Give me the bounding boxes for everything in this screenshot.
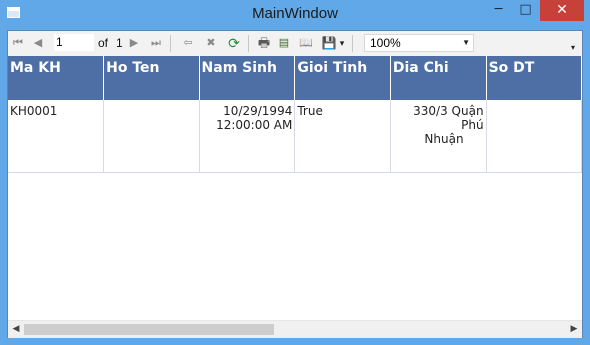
- scroll-right-icon[interactable]: ▶: [568, 323, 580, 335]
- horizontal-scrollbar[interactable]: ◀ ▶: [8, 320, 582, 338]
- of-label: of: [98, 36, 109, 50]
- zoom-value: 100%: [370, 36, 401, 50]
- back-icon[interactable]: ⇦: [180, 35, 196, 51]
- toolbar-separator: [170, 35, 171, 52]
- report-table: Ma KH Ho Ten Nam Sinh Gioi Tinh Dia Chi …: [8, 56, 582, 173]
- export-dropdown-icon[interactable]: ▾: [338, 35, 346, 51]
- cell-dia-chi-line2: Nhuận: [424, 132, 464, 146]
- report-content: Ma KH Ho Ten Nam Sinh Gioi Tinh Dia Chi …: [8, 56, 582, 320]
- toolbar-overflow-icon[interactable]: ▾: [571, 43, 580, 53]
- print-icon[interactable]: 🖶: [256, 35, 272, 51]
- column-header-ma-kh: Ma KH: [8, 56, 105, 100]
- stop-icon[interactable]: ✖: [203, 35, 219, 51]
- column-header-so-dt: So DT: [486, 56, 582, 100]
- last-page-icon[interactable]: ⏭: [148, 35, 164, 51]
- cell-gioi-tinh: True: [294, 100, 391, 173]
- page-number-input[interactable]: 1: [54, 34, 94, 51]
- cell-nam-sinh-time: 12:00:00 AM: [216, 118, 293, 132]
- maximize-button[interactable]: □: [512, 0, 539, 21]
- export-icon[interactable]: 💾: [321, 35, 337, 51]
- total-pages-label: 1: [116, 36, 123, 50]
- print-layout-icon[interactable]: ▤: [276, 35, 292, 51]
- column-header-gioi-tinh: Gioi Tinh: [294, 56, 391, 100]
- cell-nam-sinh: 10/29/1994 12:00:00 AM: [199, 100, 296, 173]
- main-window: MainWindow ─ □ ✕ ⏮ ◀ 1 of 1 ▶ ⏭ ⇦ ✖ ⟳ 🖶 …: [0, 0, 590, 345]
- column-header-dia-chi: Dia Chi: [390, 56, 487, 100]
- report-toolbar: ⏮ ◀ 1 of 1 ▶ ⏭ ⇦ ✖ ⟳ 🖶 ▤ 📖 💾 ▾ 100% ▼ ▾: [8, 31, 582, 57]
- next-page-icon[interactable]: ▶: [126, 35, 142, 51]
- table-row: KH0001 10/29/1994 12:00:00 AM True 330/3…: [8, 100, 582, 173]
- cell-dia-chi-line1: 330/3 Quận Phú: [413, 104, 484, 132]
- cell-ma-kh: KH0001: [8, 100, 105, 173]
- refresh-icon[interactable]: ⟳: [226, 35, 242, 51]
- report-viewer: ⏮ ◀ 1 of 1 ▶ ⏭ ⇦ ✖ ⟳ 🖶 ▤ 📖 💾 ▾ 100% ▼ ▾: [7, 30, 583, 338]
- previous-page-icon[interactable]: ◀: [30, 35, 46, 51]
- toolbar-separator: [352, 35, 353, 52]
- column-header-nam-sinh: Nam Sinh: [199, 56, 296, 100]
- close-button[interactable]: ✕: [540, 0, 584, 21]
- minimize-button[interactable]: ─: [485, 0, 512, 21]
- table-header-row: Ma KH Ho Ten Nam Sinh Gioi Tinh Dia Chi …: [8, 56, 582, 100]
- scroll-left-icon[interactable]: ◀: [10, 323, 22, 335]
- cell-ho-ten: [103, 100, 200, 173]
- cell-so-dt: [486, 100, 582, 173]
- title-bar[interactable]: MainWindow ─ □ ✕: [0, 0, 590, 30]
- scrollbar-thumb[interactable]: [24, 324, 274, 335]
- column-header-ho-ten: Ho Ten: [103, 56, 200, 100]
- toolbar-separator: [248, 35, 249, 52]
- cell-nam-sinh-date: 10/29/1994: [223, 104, 293, 118]
- zoom-dropdown-icon: ▼: [462, 38, 470, 47]
- cell-dia-chi: 330/3 Quận Phú Nhuận: [390, 100, 487, 173]
- page-setup-icon[interactable]: 📖: [298, 35, 314, 51]
- first-page-icon[interactable]: ⏮: [10, 35, 26, 51]
- zoom-select[interactable]: 100% ▼: [364, 34, 474, 52]
